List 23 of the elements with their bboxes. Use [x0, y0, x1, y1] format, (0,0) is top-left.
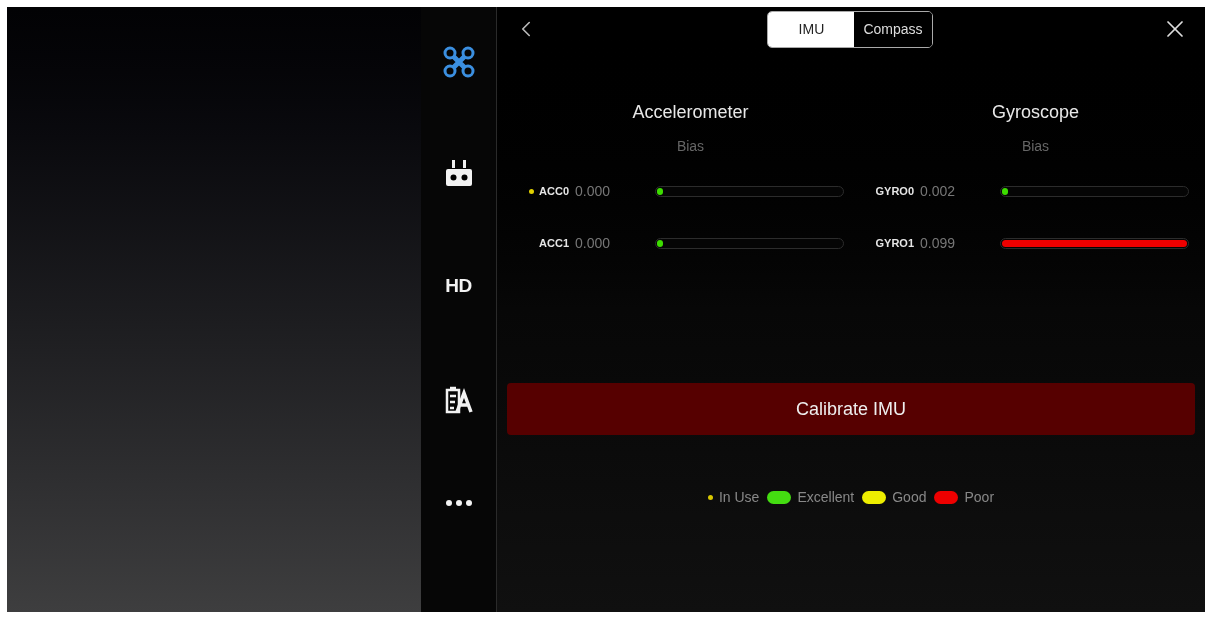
calibrate-imu-button[interactable]: Calibrate IMU [507, 383, 1195, 435]
legend-label: Good [892, 488, 927, 507]
sensor-value: 0.002 [920, 181, 957, 201]
section-title: Gyroscope [991, 101, 1079, 124]
sensor-name: GYRO0 [875, 183, 914, 199]
sensor-name: ACC1 [539, 235, 569, 251]
remote-controller-icon[interactable] [443, 158, 474, 189]
sensor-value: 0.099 [920, 233, 957, 253]
sensor-value: 0.000 [575, 181, 612, 201]
legend-label: Excellent [797, 488, 855, 507]
sensor-name: GYRO1 [875, 235, 914, 251]
section-subtitle: Bias [1021, 137, 1050, 156]
sensor-value: 0.000 [575, 233, 612, 253]
legend-label: Poor [964, 488, 995, 507]
more-icon[interactable] [444, 498, 473, 507]
hd-label[interactable]: HD [445, 271, 472, 301]
tab[interactable]: IMU [768, 11, 855, 47]
drone-icon[interactable] [441, 45, 476, 79]
section-subtitle: Bias [676, 137, 705, 156]
section-title: Accelerometer [632, 101, 749, 124]
checklist-icon[interactable] [443, 385, 474, 416]
legend-label: In Use [718, 488, 760, 507]
sensor-name: ACC0 [539, 183, 569, 199]
